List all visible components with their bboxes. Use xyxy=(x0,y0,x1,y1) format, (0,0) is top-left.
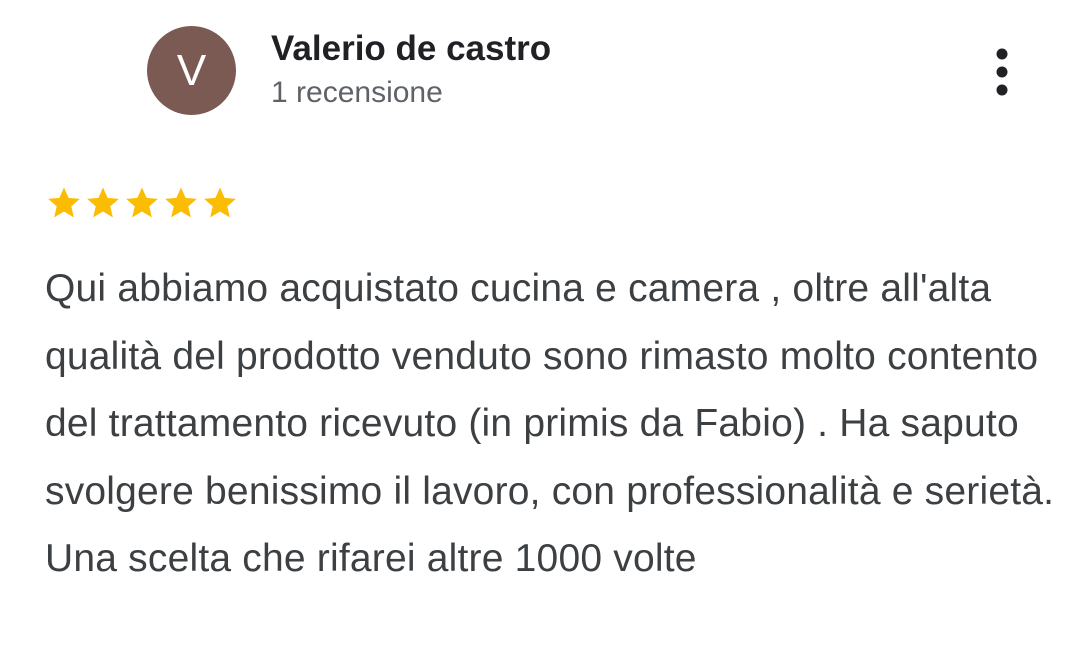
star-icon xyxy=(165,187,197,218)
review-count: 1 recensione xyxy=(271,76,443,109)
avatar-initial: V xyxy=(176,45,207,95)
reviewer-name[interactable]: Valerio de castro xyxy=(271,28,551,70)
star-icon xyxy=(48,187,80,218)
star-icon xyxy=(204,187,236,218)
more-options-button[interactable] xyxy=(982,42,1022,102)
star-icon xyxy=(87,187,119,218)
review-card: V Valerio de castro 1 recensione Qui abb… xyxy=(0,0,1080,670)
star-icon xyxy=(126,187,158,218)
star-rating xyxy=(45,184,239,222)
review-text: Qui abbiamo acquistato cucina e camera ,… xyxy=(45,267,1055,580)
more-vert-icon xyxy=(996,48,1008,96)
avatar[interactable]: V xyxy=(147,26,236,115)
